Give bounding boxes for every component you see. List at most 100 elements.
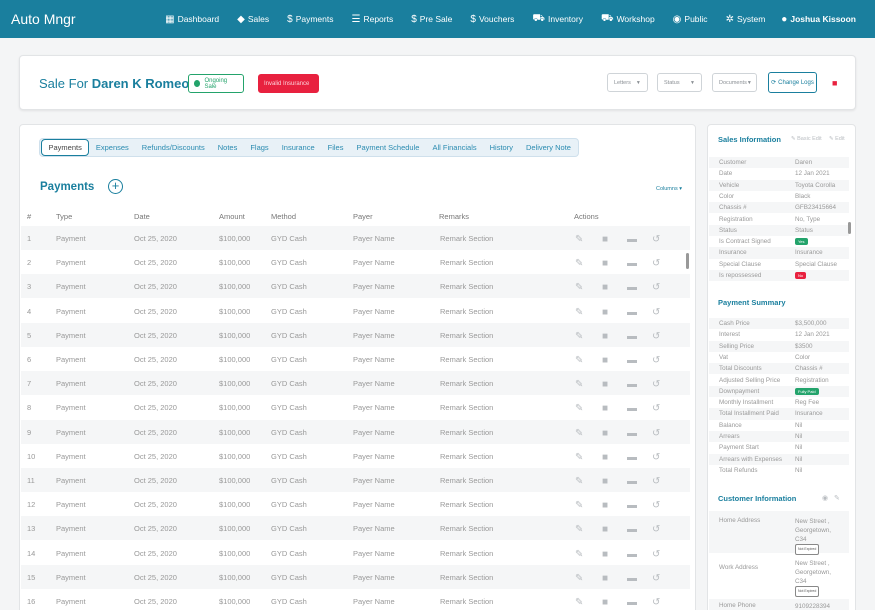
edit-icon[interactable]: ✎ [575, 282, 583, 293]
history-icon[interactable]: ↺ [652, 452, 660, 463]
delete-icon[interactable]: ■ [602, 476, 608, 487]
edit-icon[interactable]: ✎ [575, 524, 583, 535]
history-icon[interactable]: ↺ [652, 331, 660, 342]
tab-notes[interactable]: Notes [211, 139, 244, 156]
column-header[interactable]: Actions [574, 212, 599, 221]
panel-scrollbar[interactable] [848, 222, 851, 234]
tab-flags[interactable]: Flags [244, 139, 275, 156]
nav-item-sales[interactable]: ◆ Sales [237, 14, 269, 25]
user-menu[interactable]: ● Joshua Kissoon [781, 14, 856, 25]
history-icon[interactable]: ↺ [652, 549, 660, 560]
nav-item-reports[interactable]: ☰ Reports [351, 14, 393, 25]
edit-icon[interactable]: ✎ [575, 476, 583, 487]
print-icon[interactable]: ▬ [627, 234, 637, 245]
table-scrollbar[interactable] [686, 253, 689, 269]
eye-icon[interactable]: ◉ [822, 494, 828, 502]
history-icon[interactable]: ↺ [652, 597, 660, 608]
nav-item-pre-sale[interactable]: $ Pre Sale [411, 14, 452, 25]
add-payment-button[interactable]: + [108, 179, 123, 194]
edit-icon[interactable]: ✎ [575, 549, 583, 560]
column-header[interactable]: Amount [219, 212, 245, 221]
tab-insurance[interactable]: Insurance [275, 139, 321, 156]
delete-icon[interactable]: ■ [602, 549, 608, 560]
tab-history[interactable]: History [483, 139, 519, 156]
delete-icon[interactable]: ■ [602, 524, 608, 535]
edit-icon[interactable]: ✎ [575, 452, 583, 463]
nav-item-dashboard[interactable]: ▦ Dashboard [165, 14, 219, 25]
print-icon[interactable]: ▬ [627, 428, 637, 439]
tab-refunds-discounts[interactable]: Refunds/Discounts [135, 139, 211, 156]
nav-item-system[interactable]: ✲ System [726, 14, 766, 25]
print-icon[interactable]: ▬ [627, 331, 637, 342]
delete-icon[interactable]: ■ [602, 379, 608, 390]
delete-icon[interactable]: ■ [602, 403, 608, 414]
edit-icon[interactable]: ✎ [575, 307, 583, 318]
change-logs-button[interactable]: ⟳ Change Logs [768, 72, 817, 93]
nav-item-workshop[interactable]: ⛟ Workshop [601, 13, 655, 26]
tab-payment-schedule[interactable]: Payment Schedule [350, 139, 426, 156]
edit-icon[interactable]: ✎ [575, 573, 583, 584]
brand-logo[interactable]: Auto Mngr [11, 11, 76, 27]
print-icon[interactable]: ▬ [627, 307, 637, 318]
nav-item-inventory[interactable]: ⛟ Inventory [532, 13, 583, 26]
delete-icon[interactable]: ■ [602, 355, 608, 366]
tab-expenses[interactable]: Expenses [89, 139, 135, 156]
edit-icon[interactable]: ✎ [575, 331, 583, 342]
history-icon[interactable]: ↺ [652, 307, 660, 318]
print-icon[interactable]: ▬ [627, 379, 637, 390]
print-icon[interactable]: ▬ [627, 258, 637, 269]
letters-dropdown[interactable]: Letters ▼ [607, 73, 648, 92]
nav-item-public[interactable]: ◉ Public [673, 14, 708, 25]
column-header[interactable]: Payer [353, 212, 373, 221]
columns-toggle[interactable]: Columns ▾ [656, 186, 682, 192]
print-icon[interactable]: ▬ [627, 524, 637, 535]
edit-icon[interactable]: ✎ [575, 258, 583, 269]
print-icon[interactable]: ▬ [627, 549, 637, 560]
column-header[interactable]: Date [134, 212, 150, 221]
edit-icon[interactable]: ✎ [575, 500, 583, 511]
edit-icon[interactable]: ✎ [575, 379, 583, 390]
edit-icon[interactable]: ✎ [575, 403, 583, 414]
history-icon[interactable]: ↺ [652, 476, 660, 487]
history-icon[interactable]: ↺ [652, 428, 660, 439]
delete-icon[interactable]: ■ [602, 500, 608, 511]
delete-icon[interactable]: ■ [602, 307, 608, 318]
delete-icon[interactable]: ■ [602, 282, 608, 293]
tab-payments[interactable]: Payments [41, 139, 90, 156]
edit-icon[interactable]: ✎ [575, 355, 583, 366]
delete-icon[interactable]: ■ [602, 428, 608, 439]
status-dropdown[interactable]: Status ▼ [657, 73, 702, 92]
print-icon[interactable]: ▬ [627, 500, 637, 511]
delete-sale-icon[interactable]: ■ [832, 78, 837, 88]
column-header[interactable]: Method [271, 212, 296, 221]
delete-icon[interactable]: ■ [602, 234, 608, 245]
print-icon[interactable]: ▬ [627, 573, 637, 584]
column-header[interactable]: Remarks [439, 212, 469, 221]
delete-icon[interactable]: ■ [602, 331, 608, 342]
basic-edit-button[interactable]: ✎ Basic Edit [791, 136, 822, 142]
edit-button[interactable]: ✎ Edit [829, 136, 845, 142]
history-icon[interactable]: ↺ [652, 573, 660, 584]
history-icon[interactable]: ↺ [652, 234, 660, 245]
history-icon[interactable]: ↺ [652, 355, 660, 366]
tab-files[interactable]: Files [321, 139, 350, 156]
delete-icon[interactable]: ■ [602, 258, 608, 269]
print-icon[interactable]: ▬ [627, 282, 637, 293]
column-header[interactable]: Type [56, 212, 72, 221]
edit-icon[interactable]: ✎ [575, 597, 583, 608]
history-icon[interactable]: ↺ [652, 403, 660, 414]
delete-icon[interactable]: ■ [602, 597, 608, 608]
print-icon[interactable]: ▬ [627, 355, 637, 366]
column-header[interactable]: # [27, 212, 31, 221]
history-icon[interactable]: ↺ [652, 379, 660, 390]
pencil-icon[interactable]: ✎ [834, 494, 840, 502]
delete-icon[interactable]: ■ [602, 573, 608, 584]
history-icon[interactable]: ↺ [652, 524, 660, 535]
print-icon[interactable]: ▬ [627, 403, 637, 414]
print-icon[interactable]: ▬ [627, 476, 637, 487]
history-icon[interactable]: ↺ [652, 282, 660, 293]
history-icon[interactable]: ↺ [652, 500, 660, 511]
print-icon[interactable]: ▬ [627, 597, 637, 608]
history-icon[interactable]: ↺ [652, 258, 660, 269]
tab-delivery-note[interactable]: Delivery Note [519, 139, 577, 156]
